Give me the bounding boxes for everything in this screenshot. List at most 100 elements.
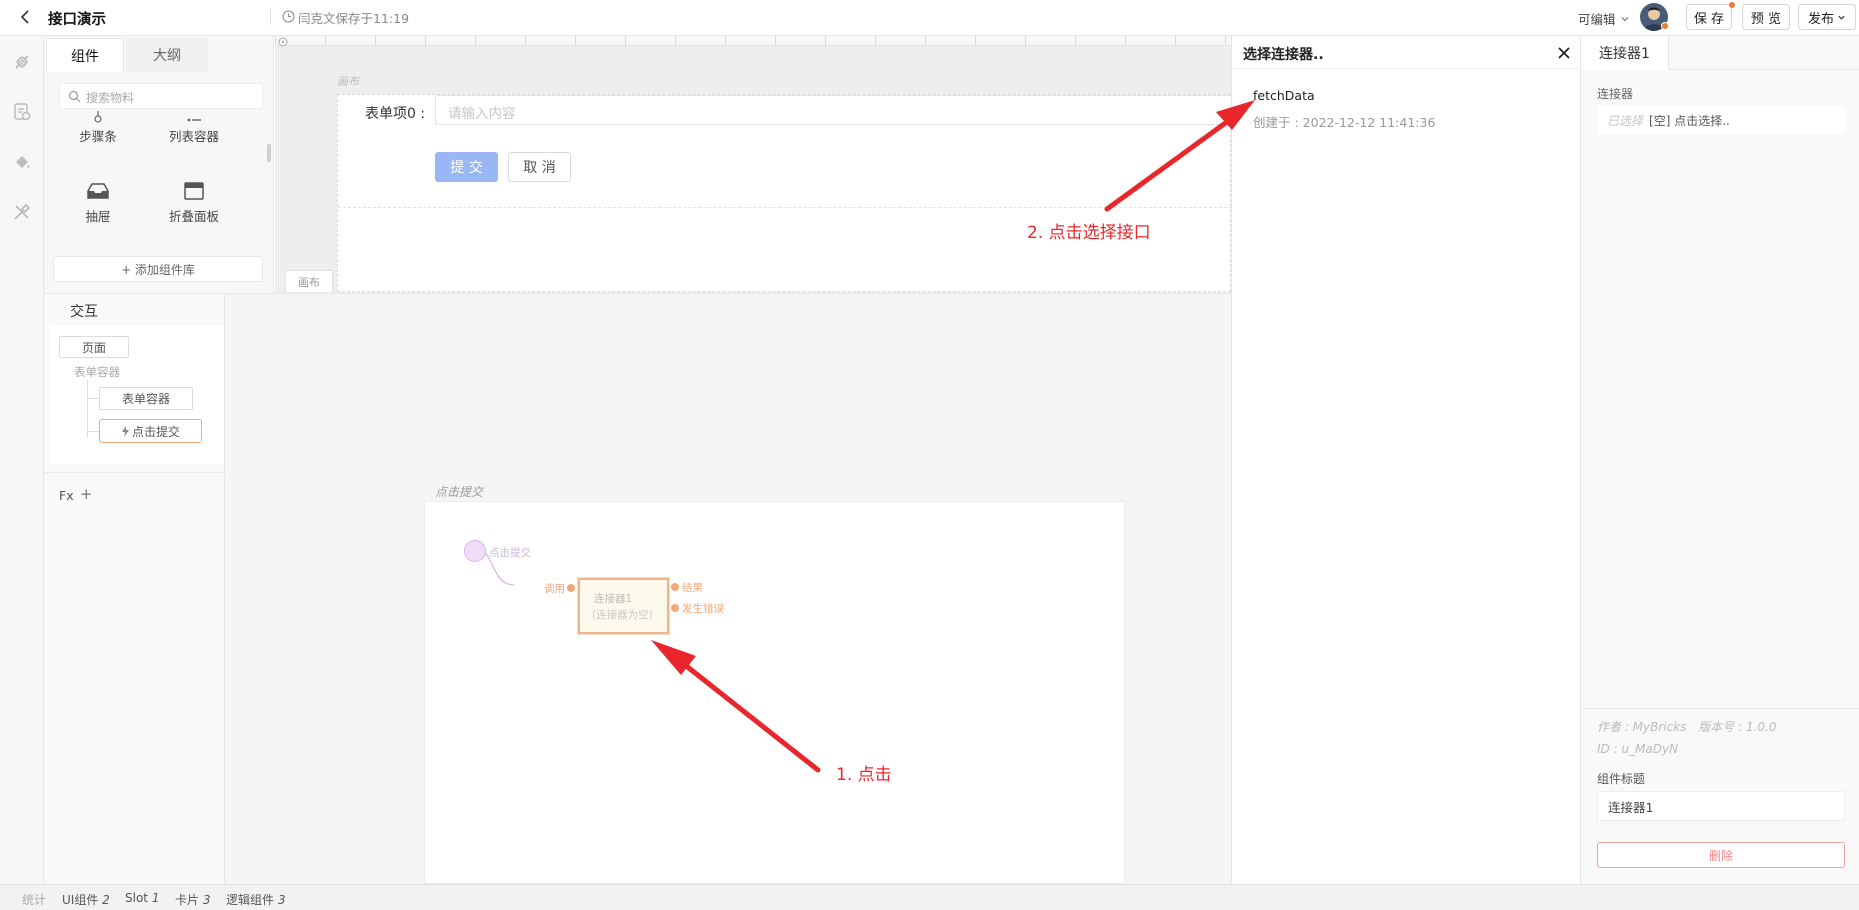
stat-card-label: 卡片	[175, 893, 200, 907]
interaction-title: 交互	[70, 304, 98, 320]
paint-bucket-icon[interactable]	[12, 152, 32, 172]
invoke-port[interactable]	[567, 584, 575, 592]
drawer-icon	[87, 183, 109, 199]
status-bar: 统计 UI组件 2 Slot 1 卡片 3 逻辑组件 3	[0, 884, 1859, 910]
delete-label: 删除	[1708, 848, 1733, 863]
tree-click-submit-node[interactable]: 点击提交	[99, 419, 202, 443]
page-title: 接口演示	[48, 12, 106, 28]
panel-scrollbar[interactable]	[267, 144, 271, 162]
close-icon[interactable]	[1557, 46, 1571, 60]
preview-button[interactable]: 预 览	[1742, 4, 1790, 30]
publish-button[interactable]: 发布	[1798, 4, 1856, 30]
connector-field-label: 连接器	[1597, 87, 1634, 101]
tab-outline[interactable]: 大纲	[126, 38, 208, 72]
form-field-label: 表单项0 :	[365, 106, 426, 122]
stat-ui-count: 2	[102, 893, 110, 907]
invoke-label: 调用	[544, 583, 565, 595]
preview-label: 预 览	[1750, 11, 1782, 27]
component-steps[interactable]: 步骤条	[50, 110, 146, 145]
delete-button[interactable]: 删除	[1597, 842, 1845, 868]
component-drawer-label: 抽屉	[85, 209, 111, 224]
permission-label: 可编辑	[1578, 12, 1616, 27]
list-icon	[187, 118, 201, 122]
tree-connector-h1	[87, 398, 99, 399]
search-input[interactable]: 搜索物料	[59, 83, 263, 109]
stat-ui: UI组件 2	[62, 891, 110, 908]
tree-form-container-node[interactable]: 表单容器	[99, 387, 193, 410]
search-icon	[68, 90, 81, 103]
form-container[interactable]: 表单项0 : 请输入内容 提 交 取 消	[337, 94, 1232, 292]
stat-slot-label: Slot	[125, 891, 148, 905]
meta-author-version: 作者 : MyBricks 版本号 : 1.0.0	[1597, 718, 1776, 735]
connector-selector-panel: 选择连接器.. fetchData 创建于 : 2022-12-12 11:41…	[1231, 36, 1581, 884]
component-drawer[interactable]: 抽屉	[50, 181, 146, 225]
tree-page-node[interactable]: 页面	[59, 336, 129, 358]
tree-form-container-label: 表单容器	[121, 392, 170, 406]
result-port[interactable]	[671, 583, 679, 591]
top-bar: 接口演示 闫克文保存于11:19 可编辑 保 存 预 览 发布	[0, 0, 1859, 36]
selector-title: 选择连接器..	[1243, 47, 1324, 63]
chevron-down-icon	[1621, 16, 1628, 21]
error-port[interactable]	[671, 604, 679, 612]
connector-selected-prefix: 已选择	[1607, 113, 1644, 128]
stat-logic-count: 3	[277, 893, 286, 907]
clock-icon	[282, 10, 295, 23]
back-icon[interactable]	[18, 9, 34, 25]
lightning-icon	[121, 425, 129, 437]
cancel-label: 取 消	[523, 160, 556, 176]
tab-components-label: 组件	[71, 48, 99, 65]
stat-card-count: 3	[202, 893, 211, 907]
component-collapse-label: 折叠面板	[168, 209, 219, 224]
left-rail	[0, 36, 44, 884]
stat-slot: Slot 1	[125, 891, 159, 905]
tab-components[interactable]: 组件	[46, 38, 124, 72]
components-panel: 组件 大纲 搜索物料 步骤条 列表容器 抽屉 折叠面板 + 添加组件库	[44, 36, 274, 293]
cancel-button[interactable]: 取 消	[508, 152, 571, 182]
component-collapse[interactable]: 折叠面板	[146, 181, 242, 225]
connector-node-sub: (连接器为空)	[592, 609, 653, 621]
ruler-origin-icon[interactable]	[278, 37, 288, 47]
add-library-button[interactable]: + 添加组件库	[53, 256, 263, 282]
form-divider	[338, 207, 1232, 208]
data-icon[interactable]	[12, 102, 32, 122]
annotation-step2: 2. 点击选择接口	[1027, 223, 1151, 243]
component-list[interactable]: 列表容器	[146, 110, 242, 145]
stat-ui-label: UI组件	[62, 893, 99, 907]
connector-icon[interactable]	[12, 52, 32, 72]
save-button[interactable]: 保 存	[1686, 4, 1732, 30]
connector-node[interactable]: 连接器1 (连接器为空)	[578, 578, 669, 634]
canvas-bottom-tab[interactable]: 画布	[285, 270, 333, 292]
form-field-input[interactable]: 请输入内容	[435, 95, 1232, 125]
meta-id: ID : u_MaDyN	[1597, 742, 1679, 756]
connector-option-fetchdata[interactable]: fetchData 创建于 : 2022-12-12 11:41:36	[1236, 86, 1576, 132]
fx-add-button[interactable]: +	[80, 485, 93, 503]
tree-page-label: 页面	[81, 340, 106, 355]
panel-divider	[44, 472, 225, 473]
tab-connector1[interactable]: 连接器1	[1581, 36, 1669, 70]
properties-panel: 连接器1 连接器 已选择 [空] 点击选择.. 作者 : MyBricks 版本…	[1581, 36, 1859, 884]
permission-dropdown[interactable]: 可编辑	[1578, 9, 1630, 28]
flow-title: 点击提交	[435, 485, 484, 499]
annotation-step1: 1. 点击	[836, 765, 892, 785]
tab-outline-label: 大纲	[153, 48, 181, 64]
stat-slot-count: 1	[151, 891, 160, 905]
interaction-panel: 交互 页面 表单容器 表单容器 点击提交 Fx +	[44, 293, 225, 884]
tools-icon[interactable]	[12, 202, 32, 222]
submit-label: 提 交	[450, 160, 483, 176]
tab-connector1-label: 连接器1	[1599, 46, 1650, 62]
submit-button[interactable]: 提 交	[435, 152, 498, 182]
stats-label: 统计	[22, 893, 47, 907]
meta-divider	[1581, 708, 1859, 709]
selector-header-divider	[1232, 68, 1580, 69]
tree-group-label: 表单容器	[74, 365, 120, 379]
event-trigger-node[interactable]	[464, 540, 486, 562]
add-library-label: + 添加组件库	[121, 262, 195, 277]
connector-select[interactable]: 已选择 [空] 点击选择..	[1597, 106, 1845, 134]
component-title-value: 连接器1	[1608, 799, 1654, 815]
canvas-bottom-tab-label: 画布	[298, 275, 320, 289]
result-label: 结果	[682, 582, 703, 594]
meta-version: 版本号 : 1.0.0	[1698, 720, 1777, 734]
stat-card: 卡片 3	[175, 891, 210, 908]
component-title-input[interactable]: 连接器1	[1597, 791, 1845, 821]
component-list-label: 列表容器	[168, 129, 219, 144]
